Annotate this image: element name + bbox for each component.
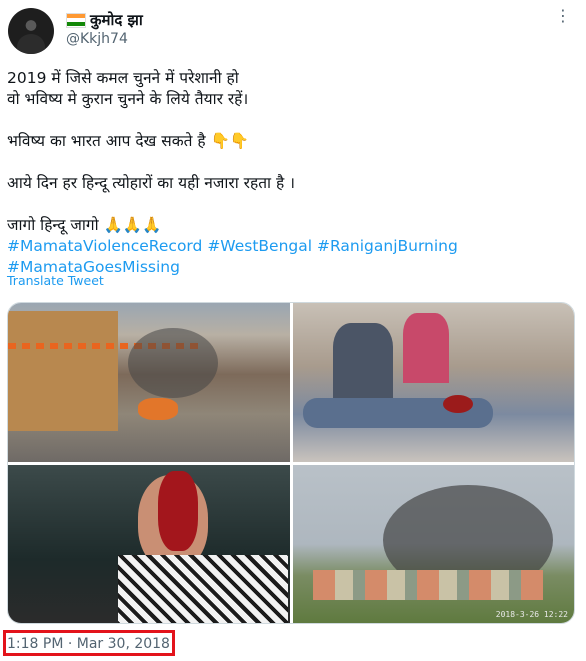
- tweet-timestamp[interactable]: 1:18 PM · Mar 30, 2018: [7, 636, 170, 652]
- photo-timestamp-stamp: 2018-3-26 12:22: [495, 610, 568, 619]
- tweet-line: आये दिन हर हिन्दू त्योहारों का यही नजारा…: [7, 174, 296, 192]
- author-name-row[interactable]: कुमोद झा: [66, 10, 143, 30]
- author-display-name[interactable]: कुमोद झा: [90, 10, 143, 30]
- india-flag-icon: [66, 12, 86, 28]
- more-options-icon[interactable]: ⋮: [555, 6, 572, 25]
- media-photo-street-fire[interactable]: [8, 303, 290, 462]
- tweet-line: भविष्य का भारत आप देख सकते है 👇👇: [7, 132, 250, 150]
- media-photo-injured-woman[interactable]: [8, 464, 290, 623]
- tweet-line: वो भविष्य मे कुरान चुनने के लिये तैयार र…: [7, 90, 249, 108]
- hashtag-link[interactable]: #MamataViolenceRecord: [7, 237, 202, 255]
- media-photo-smoke-over-town[interactable]: 2018-3-26 12:22: [292, 464, 574, 623]
- tweet-line: 2019 में जिसे कमल चुनने में परेशानी हो: [7, 69, 239, 87]
- tweet-line: जागो हिन्दू जागो 🙏🙏🙏: [7, 216, 162, 234]
- hashtag-link[interactable]: #RaniganjBurning: [317, 237, 458, 255]
- hashtag-line: #MamataViolenceRecord #WestBengal #Ranig…: [7, 236, 567, 257]
- media-grid: 2018-3-26 12:22: [7, 302, 575, 624]
- media-photo-injured-man[interactable]: [292, 303, 574, 462]
- tweet-text: 2019 में जिसे कमल चुनने में परेशानी हो व…: [7, 68, 567, 278]
- hashtag-link[interactable]: #WestBengal: [207, 237, 312, 255]
- author-handle[interactable]: @Kkjh74: [66, 31, 128, 47]
- translate-tweet-link[interactable]: Translate Tweet: [7, 273, 104, 288]
- avatar[interactable]: [8, 8, 54, 54]
